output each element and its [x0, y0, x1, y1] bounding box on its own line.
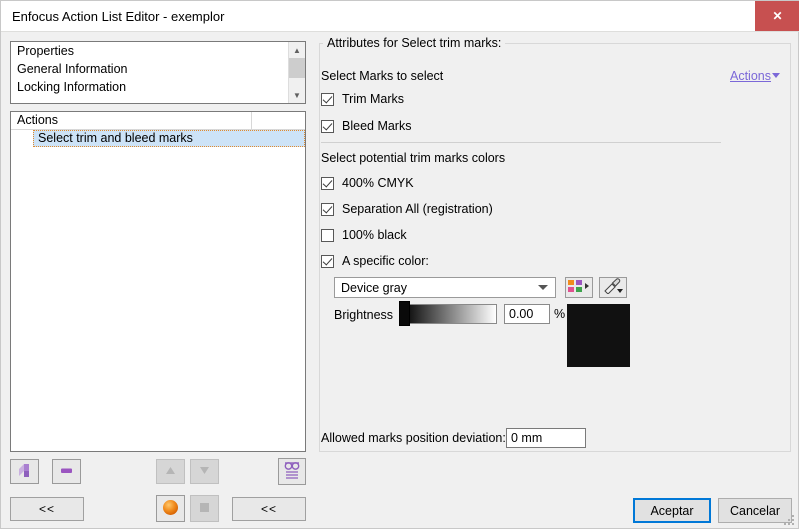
checkbox-separation-all[interactable]: Separation All (registration) [321, 202, 493, 216]
list-item[interactable]: General Information [11, 60, 305, 78]
add-action-button[interactable] [10, 459, 39, 484]
checkbox-400-cmyk[interactable]: 400% CMYK [321, 176, 414, 190]
collapse-mid-button[interactable]: << [232, 497, 306, 521]
divider [321, 142, 721, 143]
add-action-icon [16, 462, 33, 482]
brightness-label: Brightness [334, 308, 394, 322]
color-preview-swatch[interactable] [567, 304, 630, 367]
list-item[interactable]: Properties [11, 42, 305, 60]
checkbox-label: 400% CMYK [342, 176, 414, 190]
color-swatches-button[interactable] [565, 277, 593, 298]
checkbox-icon[interactable] [321, 92, 334, 106]
actions-list[interactable]: Actions Select trim and bleed marks [10, 111, 306, 452]
colorspace-value: Device gray [341, 281, 407, 295]
color-swatches-icon [567, 279, 591, 296]
checkbox-100-black[interactable]: 100% black [321, 228, 407, 242]
gray-square-icon [196, 499, 213, 519]
eyedropper-button[interactable] [599, 277, 627, 298]
checkbox-icon[interactable] [321, 202, 334, 216]
status-disabled-button[interactable] [190, 495, 219, 522]
checkbox-label: Trim Marks [342, 92, 405, 106]
checkbox-icon[interactable] [321, 228, 334, 242]
move-up-icon [163, 464, 178, 480]
checkbox-icon[interactable] [321, 176, 334, 190]
move-down-icon [197, 464, 212, 480]
remove-action-icon [58, 462, 75, 482]
brightness-unit: % [554, 307, 566, 321]
brightness-slider-track[interactable] [401, 304, 497, 324]
list-item[interactable]: Select trim and bleed marks [33, 130, 305, 147]
cancel-button[interactable]: Cancelar [718, 498, 792, 523]
checkbox-specific-color[interactable]: A specific color: [321, 254, 429, 268]
checkbox-label: 100% black [342, 228, 407, 242]
dialog-window: Enfocus Action List Editor - exemplor ✕ … [0, 0, 799, 529]
checkbox-icon[interactable] [321, 119, 334, 133]
actions-column-header: Actions [17, 113, 58, 127]
close-icon[interactable]: ✕ [755, 1, 799, 31]
status-enabled-button[interactable] [156, 495, 185, 522]
eyedropper-icon [602, 278, 624, 297]
checkbox-label: Bleed Marks [342, 119, 412, 133]
colors-section-label: Select potential trim marks colors [321, 151, 506, 165]
deviation-label: Allowed marks position deviation: [321, 431, 506, 445]
checkbox-label: Separation All (registration) [342, 202, 493, 216]
checkbox-trim-marks[interactable]: Trim Marks [321, 92, 404, 106]
column-divider[interactable] [251, 112, 252, 129]
scroll-up-icon[interactable]: ▲ [289, 42, 305, 58]
accept-button[interactable]: Aceptar [633, 498, 711, 523]
move-up-button[interactable] [156, 459, 185, 484]
checkbox-icon[interactable] [321, 254, 334, 268]
brightness-input[interactable]: 0.00 [504, 304, 550, 324]
chevron-down-icon [772, 73, 780, 78]
actions-dropdown-label: Actions [730, 69, 771, 83]
colorspace-select[interactable]: Device gray [334, 277, 556, 298]
collapse-left-button[interactable]: << [10, 497, 84, 521]
actions-list-header: Actions [11, 112, 305, 130]
properties-list[interactable]: Properties General Information Locking I… [10, 41, 306, 104]
orange-sphere-icon [161, 498, 180, 520]
resize-grip[interactable] [784, 515, 794, 525]
actions-dropdown-link[interactable]: Actions [730, 69, 780, 83]
checkbox-bleed-marks[interactable]: Bleed Marks [321, 119, 411, 133]
scrollbar-thumb[interactable] [289, 58, 305, 78]
remove-action-button[interactable] [52, 459, 81, 484]
marks-section-label: Select Marks to select [321, 69, 444, 83]
move-down-button[interactable] [190, 459, 219, 484]
checkbox-label: A specific color: [342, 254, 429, 268]
title-bar: Enfocus Action List Editor - exemplor ✕ [1, 1, 799, 32]
attributes-group-title: Attributes for Select trim marks: [323, 36, 506, 50]
glasses-preview-icon [282, 460, 302, 484]
list-item[interactable]: Locking Information [11, 78, 305, 96]
scroll-down-icon[interactable]: ▼ [289, 87, 305, 103]
deviation-input[interactable]: 0 mm [506, 428, 586, 448]
brightness-slider-thumb[interactable] [399, 301, 410, 326]
properties-scrollbar[interactable]: ▲ ▼ [288, 42, 305, 103]
preview-button[interactable] [278, 458, 306, 485]
chevron-down-icon [538, 285, 548, 290]
window-title: Enfocus Action List Editor - exemplor [12, 9, 225, 24]
